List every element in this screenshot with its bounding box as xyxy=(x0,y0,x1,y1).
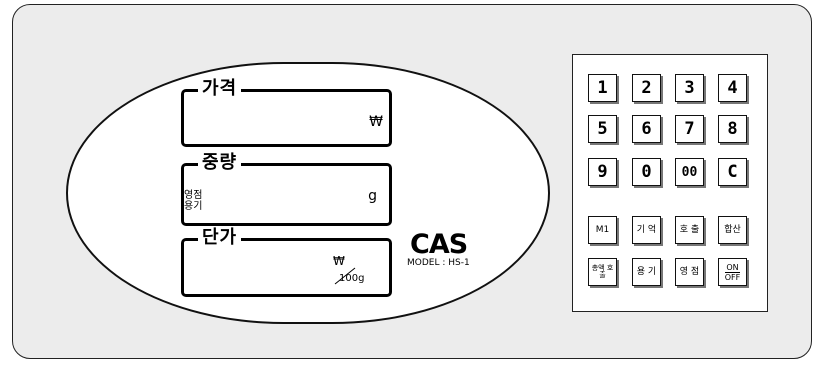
key-7[interactable]: 7 xyxy=(675,115,704,143)
key-zero[interactable]: 영 점 xyxy=(675,258,704,286)
unit-price-label: 단가 xyxy=(198,228,242,248)
on-label: ON xyxy=(726,262,739,272)
key-on-off[interactable]: ON OFF xyxy=(718,258,747,286)
key-8[interactable]: 8 xyxy=(718,115,747,143)
fraction-slash-icon xyxy=(334,267,356,285)
key-5[interactable]: 5 xyxy=(588,115,617,143)
key-4[interactable]: 4 xyxy=(718,74,747,102)
key-9[interactable]: 9 xyxy=(588,158,617,186)
weight-unit: g xyxy=(368,188,377,204)
key-1[interactable]: 1 xyxy=(588,74,617,102)
zero-tare-indicator: 영점 용기 xyxy=(184,190,202,212)
key-m1[interactable]: M1 xyxy=(588,216,617,244)
weight-label: 중량 xyxy=(198,153,242,173)
key-3[interactable]: 3 xyxy=(675,74,704,102)
model-label: MODEL : HS-1 xyxy=(407,258,470,268)
zero-indicator-label: 영점 xyxy=(184,190,203,201)
cas-logo: CAS xyxy=(410,229,468,260)
keypad: 1 2 3 4 5 6 7 8 9 0 00 C M1 기 억 호 출 합산 총… xyxy=(572,54,768,312)
key-00[interactable]: 00 xyxy=(675,158,704,186)
key-2[interactable]: 2 xyxy=(632,74,661,102)
tare-indicator-label: 용기 xyxy=(184,201,203,212)
unit-price-display: 단가 ₩ 100g xyxy=(181,228,392,297)
key-0[interactable]: 0 xyxy=(632,158,661,186)
weight-display: 중량 영점 용기 g xyxy=(181,153,392,226)
key-recall[interactable]: 호 출 xyxy=(675,216,704,244)
key-total-recall[interactable]: 총액 호출 xyxy=(588,258,617,286)
key-memory[interactable]: 기 억 xyxy=(632,216,661,244)
unit-price-per: 100g xyxy=(339,273,365,284)
key-6[interactable]: 6 xyxy=(632,115,661,143)
price-display: 가격 ₩ xyxy=(181,79,392,147)
key-tare[interactable]: 용 기 xyxy=(632,258,661,286)
key-clear[interactable]: C xyxy=(718,158,747,186)
key-sum[interactable]: 합산 xyxy=(718,216,747,244)
price-label: 가격 xyxy=(198,79,242,99)
unit-price-indicator: ₩ 100g xyxy=(331,254,371,290)
price-unit: ₩ xyxy=(369,114,383,130)
off-label: OFF xyxy=(724,271,741,282)
on-off-label: ON OFF xyxy=(724,262,741,282)
